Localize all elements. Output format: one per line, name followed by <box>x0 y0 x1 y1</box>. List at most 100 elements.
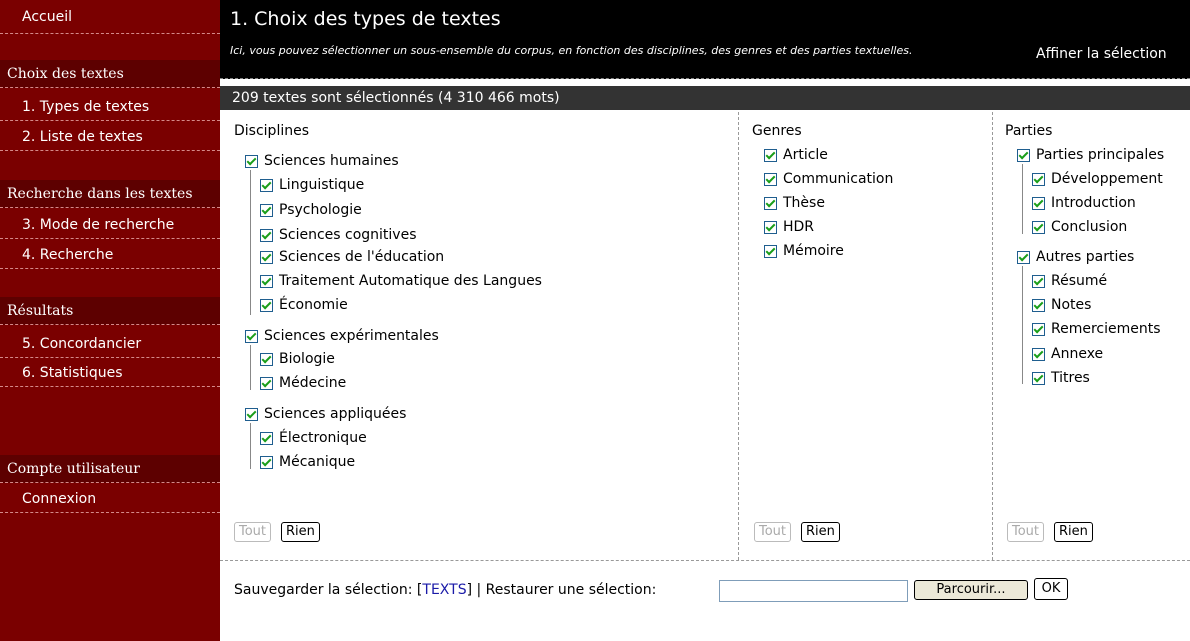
checkbox-autres-parties[interactable]: Autres parties <box>1017 249 1134 265</box>
checkbox-checked-icon[interactable] <box>1032 274 1045 288</box>
checkbox-checked-icon[interactable] <box>245 407 258 421</box>
checkbox-label: Titres <box>1051 370 1090 386</box>
header-divider <box>220 78 1190 79</box>
tree-line <box>250 170 251 315</box>
checkbox-parties-principales[interactable]: Parties principales <box>1017 147 1164 163</box>
checkbox-sciences-education[interactable]: Sciences de l'éducation <box>260 249 444 265</box>
checkbox-linguistique[interactable]: Linguistique <box>260 177 364 193</box>
column-divider <box>992 112 993 560</box>
ok-button[interactable]: OK <box>1034 578 1068 600</box>
checkbox-label: Conclusion <box>1051 219 1128 235</box>
checkbox-annexe[interactable]: Annexe <box>1032 346 1103 362</box>
checkbox-checked-icon[interactable] <box>1032 371 1045 385</box>
tree-line <box>250 423 251 469</box>
checkbox-conclusion[interactable]: Conclusion <box>1032 219 1127 235</box>
genres-all-button[interactable]: Tout <box>754 522 792 542</box>
genres-none-button[interactable]: Rien <box>801 522 840 542</box>
checkbox-checked-icon[interactable] <box>260 376 273 390</box>
checkbox-psychologie[interactable]: Psychologie <box>260 202 362 218</box>
checkbox-label: Sciences cognitives <box>279 227 417 243</box>
restore-label: ] | Restaurer une sélection: <box>466 582 657 598</box>
checkbox-sciences-cognitives[interactable]: Sciences cognitives <box>260 227 417 243</box>
checkbox-tal[interactable]: Traitement Automatique des Langues <box>260 273 542 289</box>
checkbox-sciences-appliquees[interactable]: Sciences appliquées <box>245 406 406 422</box>
checkbox-label: Développement <box>1051 171 1163 187</box>
parties-none-button[interactable]: Rien <box>1054 522 1093 542</box>
checkbox-communication[interactable]: Communication <box>764 171 893 187</box>
checkbox-article[interactable]: Article <box>764 147 828 163</box>
checkbox-sciences-experimentales[interactable]: Sciences expérimentales <box>245 328 439 344</box>
checkbox-checked-icon[interactable] <box>245 329 258 343</box>
sidebar-item-concordancier[interactable]: 5. Concordancier <box>0 330 220 358</box>
checkbox-checked-icon[interactable] <box>1017 148 1030 162</box>
checkbox-label: Notes <box>1051 297 1092 313</box>
checkbox-label: Article <box>783 147 828 163</box>
checkbox-medecine[interactable]: Médecine <box>260 375 346 391</box>
sidebar-section-recherche: Recherche dans les textes <box>0 180 220 208</box>
genres-heading: Genres <box>752 123 802 139</box>
checkbox-label: Remerciements <box>1051 321 1161 337</box>
save-texts-link[interactable]: TEXTS <box>422 582 466 598</box>
checkbox-checked-icon[interactable] <box>764 220 777 234</box>
save-label: Sauvegarder la sélection: [ <box>234 582 423 598</box>
checkbox-checked-icon[interactable] <box>260 178 273 192</box>
sidebar-item-types[interactable]: 1. Types de textes <box>0 93 220 121</box>
checkbox-mecanique[interactable]: Mécanique <box>260 454 355 470</box>
disciplines-none-button[interactable]: Rien <box>281 522 320 542</box>
checkbox-checked-icon[interactable] <box>1032 172 1045 186</box>
checkbox-sciences-humaines[interactable]: Sciences humaines <box>245 153 399 169</box>
checkbox-checked-icon[interactable] <box>764 244 777 258</box>
checkbox-checked-icon[interactable] <box>1032 220 1045 234</box>
checkbox-checked-icon[interactable] <box>260 431 273 445</box>
checkbox-electronique[interactable]: Électronique <box>260 430 367 446</box>
checkbox-developpement[interactable]: Développement <box>1032 171 1163 187</box>
checkbox-economie[interactable]: Économie <box>260 297 348 313</box>
checkbox-checked-icon[interactable] <box>1032 298 1045 312</box>
checkbox-checked-icon[interactable] <box>1017 250 1030 264</box>
checkbox-label: Économie <box>279 297 348 313</box>
checkbox-checked-icon[interactable] <box>764 148 777 162</box>
checkbox-checked-icon[interactable] <box>260 298 273 312</box>
checkbox-label: Psychologie <box>279 202 362 218</box>
checkbox-label: Autres parties <box>1036 249 1135 265</box>
sidebar-item-connexion[interactable]: Connexion <box>0 485 220 513</box>
checkbox-label: Sciences expérimentales <box>264 328 439 344</box>
checkbox-checked-icon[interactable] <box>260 228 273 242</box>
checkbox-checked-icon[interactable] <box>260 455 273 469</box>
checkbox-biologie[interactable]: Biologie <box>260 351 335 367</box>
checkbox-label: Mécanique <box>279 454 356 470</box>
checkbox-checked-icon[interactable] <box>260 250 273 264</box>
checkbox-checked-icon[interactable] <box>260 352 273 366</box>
checkbox-checked-icon[interactable] <box>260 274 273 288</box>
browse-button[interactable]: Parcourir... <box>914 580 1028 600</box>
sidebar-item-liste[interactable]: 2. Liste de textes <box>0 123 220 151</box>
tree-line <box>1022 164 1023 234</box>
sidebar-item-mode[interactable]: 3. Mode de recherche <box>0 211 220 239</box>
checkbox-checked-icon[interactable] <box>260 203 273 217</box>
checkbox-introduction[interactable]: Introduction <box>1032 195 1136 211</box>
checkbox-checked-icon[interactable] <box>1032 322 1045 336</box>
checkbox-these[interactable]: Thèse <box>764 195 825 211</box>
checkbox-label: Résumé <box>1051 273 1108 289</box>
checkbox-notes[interactable]: Notes <box>1032 297 1091 313</box>
checkbox-label: Sciences appliquées <box>264 406 407 422</box>
checkbox-checked-icon[interactable] <box>1032 196 1045 210</box>
refine-selection-link[interactable]: Affiner la sélection <box>1036 46 1167 62</box>
checkbox-label: Médecine <box>279 375 347 391</box>
checkbox-remerciements[interactable]: Remerciements <box>1032 321 1161 337</box>
checkbox-checked-icon[interactable] <box>1032 347 1045 361</box>
checkbox-hdr[interactable]: HDR <box>764 219 814 235</box>
restore-file-input[interactable] <box>719 580 908 602</box>
checkbox-checked-icon[interactable] <box>764 172 777 186</box>
checkbox-titres[interactable]: Titres <box>1032 370 1090 386</box>
sidebar-item-accueil[interactable]: Accueil <box>0 6 220 34</box>
checkbox-checked-icon[interactable] <box>245 154 258 168</box>
disciplines-all-button[interactable]: Tout <box>234 522 272 542</box>
parties-all-button[interactable]: Tout <box>1007 522 1045 542</box>
checkbox-memoire[interactable]: Mémoire <box>764 243 844 259</box>
checkbox-checked-icon[interactable] <box>764 196 777 210</box>
checkbox-resume[interactable]: Résumé <box>1032 273 1107 289</box>
sidebar-section-choix: Choix des textes <box>0 60 220 88</box>
sidebar-item-statistiques[interactable]: 6. Statistiques <box>0 359 220 387</box>
sidebar-item-recherche[interactable]: 4. Recherche <box>0 241 220 269</box>
